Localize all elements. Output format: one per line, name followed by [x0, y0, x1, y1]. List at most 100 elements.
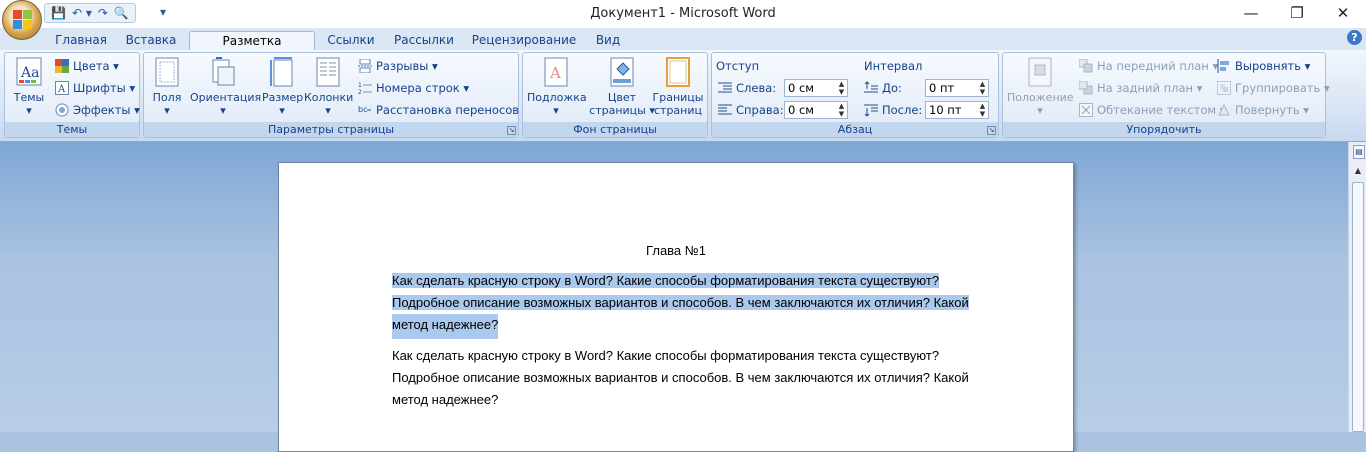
- redo-button[interactable]: ↷: [98, 6, 108, 20]
- send-back-icon: [1079, 81, 1093, 95]
- indent-right-icon: [718, 104, 732, 115]
- undo-button[interactable]: ↶ ▾: [72, 6, 92, 20]
- margins-icon: [155, 57, 179, 87]
- minimize-button[interactable]: —: [1228, 0, 1274, 28]
- group-icon: [1217, 81, 1231, 95]
- page-color-button[interactable]: Цвет страницы ▾: [589, 57, 655, 117]
- indent-left-field[interactable]: 0 см ▲ ▼: [784, 79, 848, 97]
- effects-icon: [55, 103, 69, 117]
- tab-view[interactable]: Вид: [588, 31, 628, 50]
- align-icon: [1217, 59, 1229, 73]
- print-preview-button[interactable]: 🔍: [114, 6, 129, 20]
- restore-button[interactable]: ❐: [1274, 0, 1320, 28]
- ribbon-tabs: Главная Вставка Разметка страницы Ссылки…: [0, 28, 1366, 66]
- help-icon[interactable]: ?: [1347, 30, 1362, 45]
- columns-button[interactable]: Колонки ▾: [304, 57, 353, 117]
- position-button[interactable]: Положение ▾: [1007, 57, 1074, 117]
- group-arrange: Положение ▾ На передний план ▾ На задний …: [1002, 52, 1330, 138]
- bring-to-front-button[interactable]: На передний план ▾: [1079, 57, 1218, 75]
- spinner-arrows-icon[interactable]: ▲ ▼: [837, 102, 846, 118]
- align-button[interactable]: Выровнять ▾: [1217, 57, 1310, 75]
- size-button[interactable]: Размер ▾: [262, 57, 303, 117]
- svg-text:A: A: [57, 84, 66, 95]
- close-button[interactable]: ✕: [1320, 0, 1366, 28]
- text-line: Подробное описание возможных вариантов и…: [392, 370, 969, 385]
- theme-colors-button[interactable]: Цвета ▾: [55, 57, 119, 75]
- spacing-after-field[interactable]: 10 пт ▲ ▼: [925, 101, 989, 119]
- group-themes: Aa Темы ▾ Цвета ▾ A Шрифты ▾ Эффекты ▾ Те…: [4, 52, 140, 138]
- page-size-icon: [270, 57, 293, 87]
- tab-page-layout[interactable]: Разметка страницы: [189, 31, 315, 66]
- customize-qat-button[interactable]: ▾: [160, 5, 166, 19]
- breaks-icon: [358, 59, 372, 73]
- svg-text:1: 1: [358, 82, 362, 89]
- document-page[interactable]: Глава №1 Как сделать красную строку в Wo…: [278, 162, 1074, 452]
- themes-button[interactable]: Aa Темы ▾: [9, 57, 49, 117]
- quick-access-toolbar: 💾 ↶ ▾ ↷ 🔍: [44, 3, 136, 23]
- indent-header: Отступ: [716, 59, 760, 73]
- theme-fonts-button[interactable]: A Шрифты ▾: [55, 79, 135, 97]
- ruler-toggle-icon[interactable]: ▤: [1353, 145, 1365, 159]
- bring-front-icon: [1079, 59, 1093, 73]
- office-button[interactable]: [2, 0, 42, 40]
- page-setup-dialog-launcher-icon[interactable]: ↘: [507, 126, 516, 135]
- paragraph-body: Как сделать красную строку в Word? Какие…: [392, 345, 1012, 411]
- spacing-header: Интервал: [864, 59, 923, 73]
- group-page-setup: Поля ▾ Ориентация ▾ Размер ▾ Колонки ▾ Разры…: [143, 52, 528, 138]
- svg-text:A: A: [549, 64, 561, 82]
- breaks-button[interactable]: Разрывы ▾: [358, 57, 438, 75]
- vertical-scrollbar[interactable]: ▤ ▲: [1348, 142, 1366, 432]
- rotate-button[interactable]: Повернуть ▾: [1217, 101, 1309, 119]
- orientation-icon: [212, 57, 235, 86]
- group-label-page-setup: Параметры страницы: [144, 122, 518, 137]
- group-objects-button[interactable]: Группировать ▾: [1217, 79, 1330, 97]
- selected-text-line: метод надежнее?: [392, 314, 499, 339]
- spacing-after-icon: [864, 104, 878, 117]
- title-bar: Документ1 - Microsoft Word 💾 ↶ ▾ ↷ 🔍 ▾ —…: [0, 0, 1366, 28]
- group-label-page-background: Фон страницы: [523, 122, 707, 137]
- spacing-before-icon: [864, 81, 878, 93]
- save-button[interactable]: 💾: [51, 6, 66, 20]
- spacing-before-field[interactable]: 0 пт ▲ ▼: [925, 79, 989, 97]
- tab-home[interactable]: Главная: [48, 31, 114, 50]
- text-line: метод надежнее?: [392, 392, 499, 407]
- spinner-arrows-icon[interactable]: ▲ ▼: [837, 80, 846, 96]
- text-wrapping-button[interactable]: Обтекание текстом ▾: [1079, 101, 1226, 119]
- paragraph-dialog-launcher-icon[interactable]: ↘: [987, 126, 996, 135]
- spinner-arrows-icon[interactable]: ▲ ▼: [978, 102, 987, 118]
- spinner-arrows-icon[interactable]: ▲ ▼: [978, 80, 987, 96]
- scroll-up-icon[interactable]: ▲: [1353, 166, 1363, 176]
- theme-effects-button[interactable]: Эффекты ▾: [55, 101, 140, 119]
- line-numbers-button[interactable]: 12 Номера строк ▾: [358, 79, 469, 97]
- scroll-thumb[interactable]: [1352, 182, 1364, 432]
- tab-insert[interactable]: Вставка: [118, 31, 184, 50]
- spacing-before-label: До:: [864, 79, 902, 97]
- send-to-back-button[interactable]: На задний план ▾: [1079, 79, 1202, 97]
- themes-icon: Aa: [16, 57, 42, 86]
- text-wrap-icon: [1079, 103, 1093, 117]
- paragraph-selected: Как сделать красную строку в Word? Какие…: [392, 270, 1012, 339]
- group-label-themes: Темы: [5, 122, 139, 137]
- margins-button[interactable]: Поля ▾: [150, 57, 184, 117]
- svg-text:bc: bc: [358, 105, 367, 114]
- line-numbers-icon: 12: [358, 82, 372, 95]
- window-title: Документ1 - Microsoft Word: [590, 6, 776, 21]
- orientation-button[interactable]: Ориентация ▾: [190, 57, 261, 117]
- watermark-icon: A: [544, 57, 568, 87]
- font-icon: A: [55, 81, 69, 95]
- indent-right-field[interactable]: 0 см ▲ ▼: [784, 101, 848, 119]
- position-icon: [1028, 57, 1052, 87]
- tab-references[interactable]: Ссылки: [320, 31, 382, 50]
- ribbon: Aa Темы ▾ Цвета ▾ A Шрифты ▾ Эффекты ▾ Те…: [0, 50, 1366, 142]
- watermark-button[interactable]: A Подложка ▾: [527, 57, 587, 117]
- paint-bucket-icon: [610, 57, 634, 87]
- columns-icon: [316, 57, 340, 87]
- tab-review[interactable]: Рецензирование: [468, 31, 580, 50]
- page-borders-button[interactable]: Границы страниц: [651, 57, 705, 117]
- hyphenation-button[interactable]: bc Расстановка переносов ▾: [358, 101, 528, 119]
- selected-text-line: Подробное описание возможных вариантов и…: [392, 295, 969, 310]
- text-line: Как сделать красную строку в Word? Какие…: [392, 348, 940, 363]
- tab-mailings[interactable]: Рассылки: [388, 31, 460, 50]
- indent-right-label: Справа:: [718, 101, 784, 119]
- hyphenation-icon: bc: [358, 105, 371, 114]
